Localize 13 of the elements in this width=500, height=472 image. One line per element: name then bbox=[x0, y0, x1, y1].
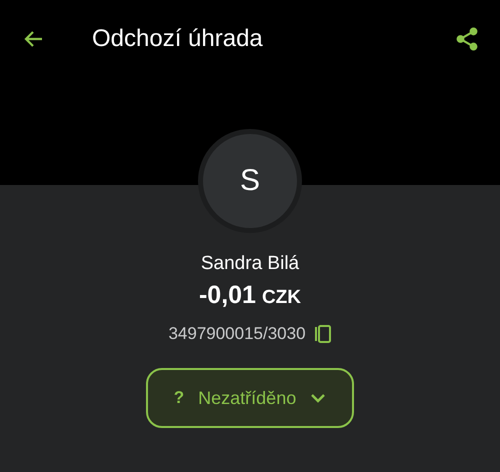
share-icon bbox=[454, 26, 480, 52]
share-button[interactable] bbox=[454, 26, 480, 52]
copy-icon bbox=[314, 324, 332, 344]
currency: CZK bbox=[262, 287, 302, 309]
chevron-down-icon bbox=[310, 393, 326, 403]
counterparty-name: Sandra Bilá bbox=[200, 253, 300, 275]
screen-title: Odchozí úhrada bbox=[92, 25, 264, 53]
amount: -0,01 bbox=[198, 281, 256, 310]
category-label: Nezatříděno bbox=[198, 388, 296, 408]
copy-button[interactable] bbox=[314, 324, 332, 344]
question-icon: ? bbox=[174, 388, 184, 408]
category-dropdown[interactable]: ? Nezatříděno bbox=[146, 368, 354, 428]
account-number: 3497900015/3030 bbox=[168, 324, 306, 344]
